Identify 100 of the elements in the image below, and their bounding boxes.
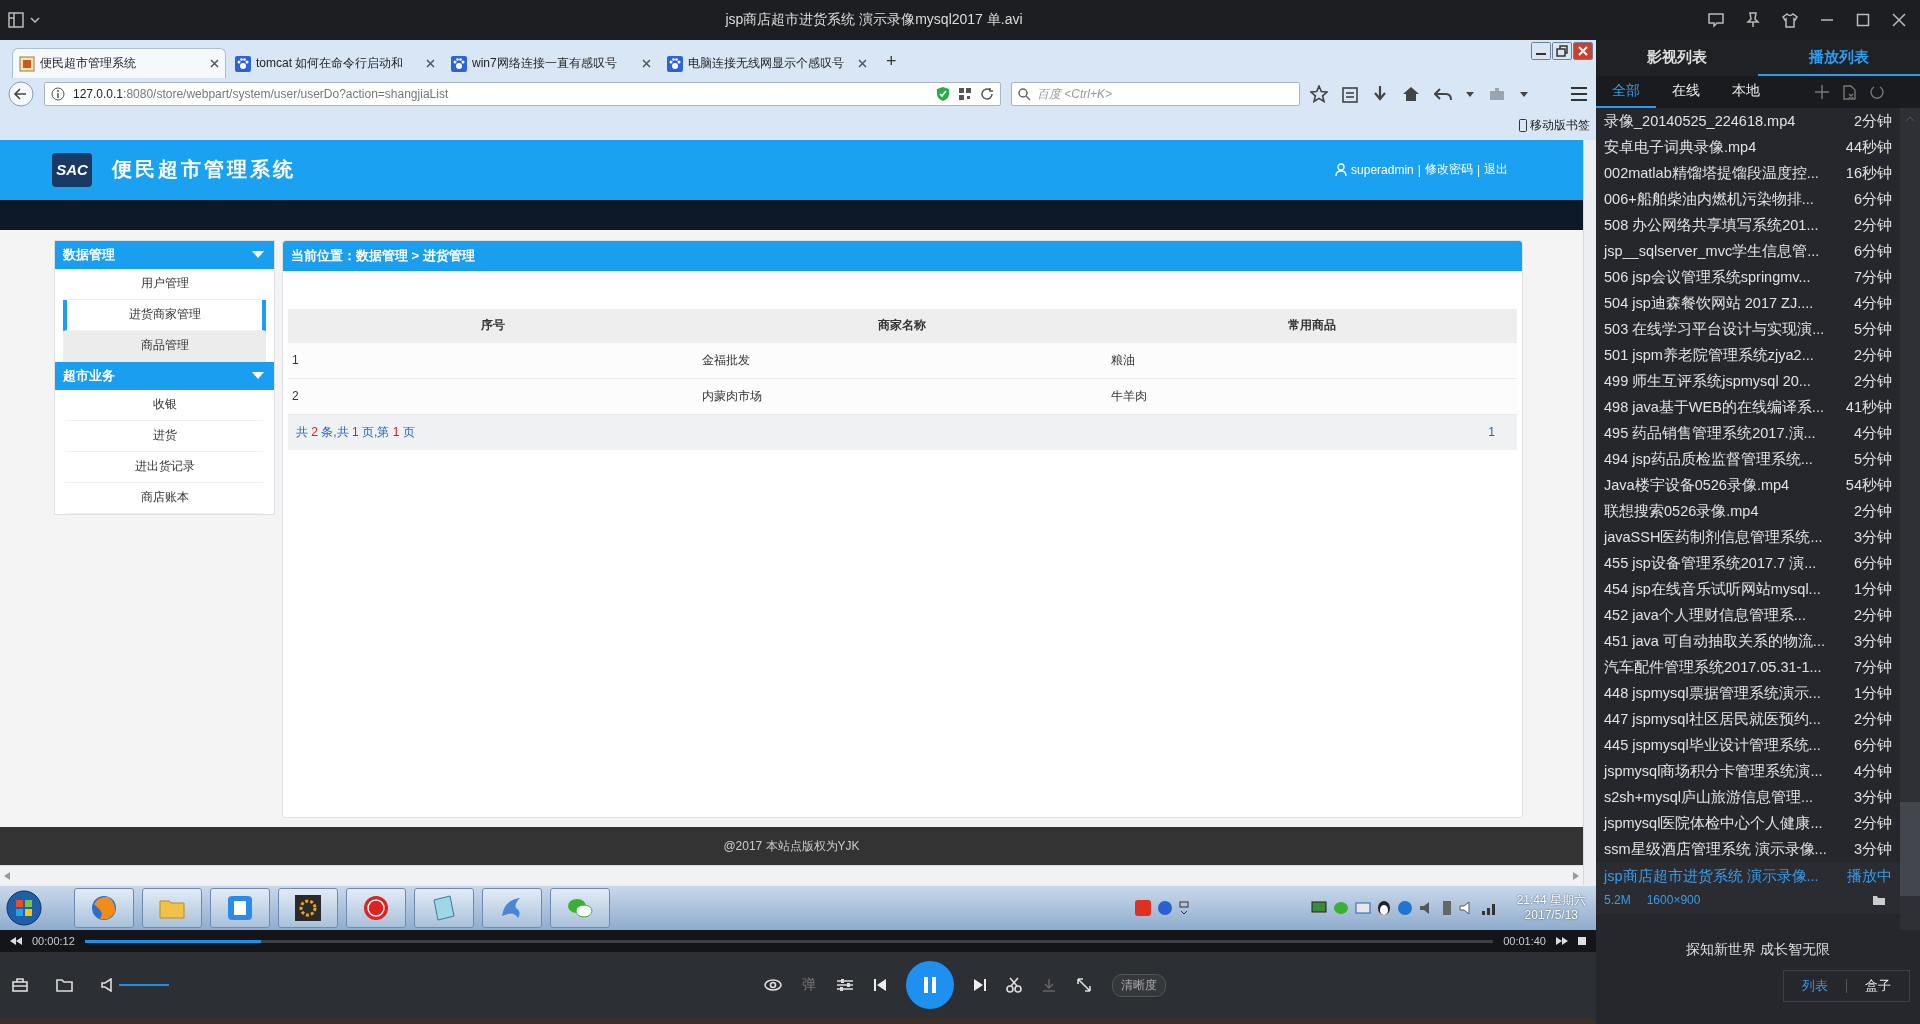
view-toggle[interactable]: 盒子 (1847, 977, 1909, 995)
close-icon[interactable] (642, 59, 651, 68)
close-icon[interactable] (426, 59, 435, 68)
pin-icon[interactable] (1746, 12, 1760, 28)
play-pause-button[interactable] (906, 961, 954, 1009)
playlist-item[interactable]: jspmysql商场积分卡管理系统演... 4分钟 (1596, 758, 1900, 784)
maximize-icon[interactable] (1856, 13, 1870, 27)
monitor-icon[interactable] (1310, 901, 1327, 915)
browser-tab[interactable]: 便民超市管理系统 (12, 48, 226, 78)
refresh-icon[interactable] (1870, 85, 1884, 99)
penguin-icon[interactable] (1376, 900, 1391, 916)
scrollbar-thumb[interactable] (1900, 802, 1920, 896)
sidebar-item[interactable]: 收银 (63, 389, 266, 421)
playlist-item[interactable]: 448 jspmysql票据管理系统演示... 1分钟 (1596, 680, 1900, 706)
playlist-item[interactable]: jspmysql医院体检中心个人健康... 2分钟 (1596, 810, 1900, 836)
playlist-item[interactable]: 501 jspm养老院管理系统zjya2... 2分钟 (1596, 342, 1900, 368)
expand-icon[interactable] (1076, 977, 1092, 993)
sidebar-item[interactable]: 进货 (63, 420, 266, 452)
browser-tab[interactable]: 电脑连接无线网显示个感叹号 (660, 48, 874, 78)
playlist-item[interactable]: 455 jsp设备管理系统2017.7 演... 6分钟 (1596, 550, 1900, 576)
playlist-item[interactable]: 002matlab精馏塔提馏段温度控... 16秒钟 (1596, 160, 1900, 186)
playlist-item[interactable]: 445 jspmysql毕业设计管理系统... 6分钟 (1596, 732, 1900, 758)
caret-down-icon[interactable] (1520, 91, 1528, 97)
shirt-icon[interactable] (1782, 12, 1798, 28)
previous-icon[interactable] (874, 978, 886, 992)
close-icon[interactable] (210, 59, 219, 68)
equalizer-icon[interactable] (836, 978, 854, 992)
playlist-item[interactable]: 451 java 可自动抽取关系的物流... 3分钟 (1596, 628, 1900, 654)
close-icon[interactable] (1892, 13, 1906, 27)
sidebar-item[interactable]: 用户管理 (63, 268, 266, 300)
playlist-item[interactable]: 503 在线学习平台设计与实现演... 5分钟 (1596, 316, 1900, 342)
toolbox-icon[interactable] (12, 978, 28, 992)
sidebar-item[interactable]: 进出货记录 (63, 451, 266, 483)
playlist-item[interactable]: 494 jsp药品质检监督管理系统... 5分钟 (1596, 446, 1900, 472)
playlist-item[interactable]: 504 jsp迪森餐饮网站 2017 ZJ.... 4分钟 (1596, 290, 1900, 316)
browser-tab[interactable]: win7网络连接一直有感叹号 (444, 48, 658, 78)
back-icon[interactable] (8, 81, 34, 107)
next-icon[interactable] (974, 978, 986, 992)
restore-icon[interactable] (1552, 42, 1572, 60)
playlist-item[interactable]: 452 java个人理财信息管理系... 2分钟 (1596, 602, 1900, 628)
playlist-item[interactable]: ssm星级酒店管理系统 演示录像... 3分钟 (1596, 836, 1900, 862)
page-link[interactable]: 1 (1488, 425, 1495, 440)
close-icon[interactable] (1573, 42, 1593, 60)
scroll-right-icon[interactable] (1573, 871, 1579, 880)
download-icon[interactable] (1372, 85, 1388, 103)
clipboard-icon[interactable] (1342, 85, 1358, 103)
overflow-icon[interactable] (1178, 901, 1189, 915)
vertical-scrollbar[interactable] (1583, 140, 1596, 885)
menu-icon[interactable] (1570, 86, 1588, 102)
star-icon[interactable] (1310, 85, 1328, 103)
playlist-item[interactable]: 454 jsp在线音乐试听网站mysql... 1分钟 (1596, 576, 1900, 602)
playlist-item[interactable]: jsp__sqlserver_mvc学生信息管... 6分钟 (1596, 238, 1900, 264)
playlist-item[interactable]: javaSSH医药制剂信息管理系统... 3分钟 (1596, 524, 1900, 550)
browser-tab[interactable]: tomcat 如何在命令行启动和 (228, 48, 442, 78)
filter-tab[interactable]: 全部 (1596, 76, 1656, 108)
filter-tab[interactable]: 本地 (1716, 76, 1776, 108)
signal-icon[interactable] (1480, 901, 1497, 915)
caret-down-icon[interactable] (30, 17, 40, 23)
folder-icon[interactable] (56, 978, 73, 992)
start-orb-icon[interactable] (6, 890, 42, 926)
speaker-icon[interactable] (101, 978, 113, 992)
mail-icon[interactable] (1354, 901, 1371, 915)
horizontal-scrollbar[interactable] (0, 865, 1583, 885)
filter-tab[interactable]: 在线 (1656, 76, 1716, 108)
quality-button[interactable]: 清晰度 (1112, 973, 1166, 997)
playlist-item[interactable]: 447 jspmysql社区居民就医预约... 2分钟 (1596, 706, 1900, 732)
sidebar-item[interactable]: 商店账本 (63, 482, 266, 514)
playlist-item[interactable]: 安卓电子词典录像.mp4 44秒钟 (1596, 134, 1900, 160)
rewind-icon[interactable] (10, 937, 22, 945)
minimize-icon[interactable] (1531, 42, 1551, 60)
playlist-item[interactable]: 006+船舶柴油内燃机污染物排... 6分钟 (1596, 186, 1900, 212)
view-toggle[interactable]: 列表 (1784, 977, 1846, 995)
taskbar-button[interactable] (278, 888, 338, 928)
layout-icon[interactable] (8, 12, 24, 28)
scroll-left-icon[interactable] (4, 871, 10, 880)
caret-down-icon[interactable] (1466, 91, 1474, 97)
sidebar-item[interactable]: 商品管理 (63, 330, 266, 362)
scrollbar[interactable] (1900, 108, 1920, 930)
bookmark-link[interactable]: 移动版书签 (1530, 116, 1590, 134)
playlist-item[interactable]: 499 师生互评系统jspmysql 20... 2分钟 (1596, 368, 1900, 394)
folder-icon[interactable] (1872, 894, 1886, 906)
panel-tab[interactable]: 影视列表 (1596, 40, 1758, 76)
address-field[interactable]: 127.0.0.1:8080/store/webpart/system/user/userDo?action=shangjiaList (44, 82, 1001, 106)
playlist-item[interactable]: 508 办公网络共享填写系统201... 2分钟 (1596, 212, 1900, 238)
close-icon[interactable] (858, 59, 867, 68)
reload-icon[interactable] (980, 87, 994, 101)
fast-forward-icon[interactable] (1556, 937, 1568, 945)
playlist-item[interactable]: 录像_20140525_224618.mp4 2分钟 (1596, 108, 1900, 134)
playlist-item[interactable]: jsp商店超市进货系统 演示录像... 播放中 5.2M 1600×900 (1596, 862, 1900, 914)
qr-code-icon[interactable] (958, 87, 972, 101)
remove-file-icon[interactable] (1843, 84, 1856, 100)
playlist-item[interactable]: Java楼宇设备0526录像.mp4 54秒钟 (1596, 472, 1900, 498)
playlist-item[interactable]: 495 药品销售管理系统2017.演... 4分钟 (1596, 420, 1900, 446)
playlist-item[interactable]: 498 java基于WEB的在线编译系... 41秒钟 (1596, 394, 1900, 420)
playlist-item[interactable]: s2sh+mysql庐山旅游信息管理... 3分钟 (1596, 784, 1900, 810)
home-icon[interactable] (1402, 85, 1420, 103)
seek-slider[interactable] (84, 939, 1494, 943)
eye-icon[interactable] (764, 978, 782, 992)
playlist-item[interactable]: 506 jsp会议管理系统springmv... 7分钟 (1596, 264, 1900, 290)
scissors-icon[interactable] (1006, 977, 1022, 993)
